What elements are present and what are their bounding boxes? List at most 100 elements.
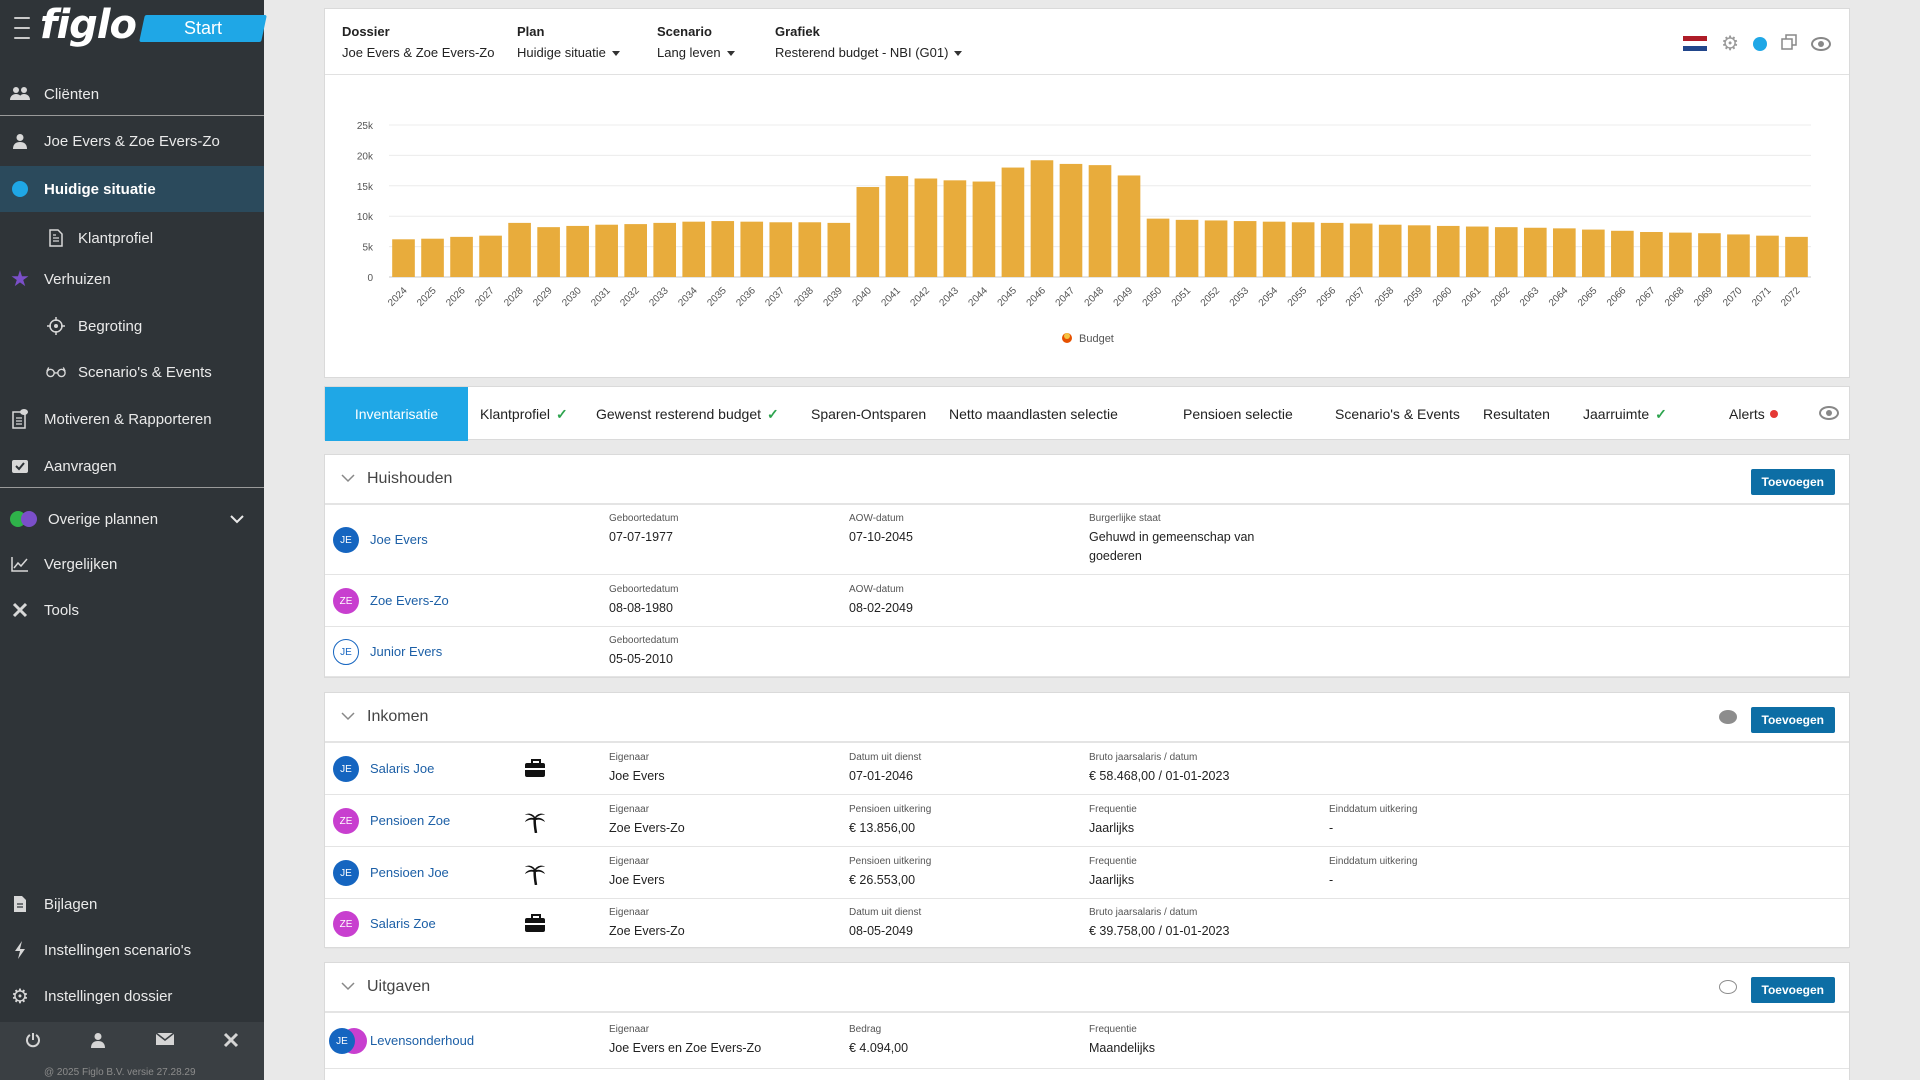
row-name-link[interactable]: Pensioen Joe — [370, 865, 449, 880]
row-field: Eigenaar Joe Evers — [609, 752, 665, 783]
sidebar-item-motiveren-rapporteren[interactable]: Motiveren & Rapporteren — [0, 397, 264, 441]
eye-icon[interactable] — [1811, 36, 1831, 51]
row-name-link[interactable]: Junior Evers — [370, 644, 442, 659]
x-tick-label: 2045 — [996, 285, 1020, 309]
tab-gewenst-resterend-budget[interactable]: Gewenst resterend budget ✓ — [596, 387, 779, 441]
section-title: Inkomen — [367, 708, 429, 725]
sidebar-item-label: Scenario's & Events — [78, 363, 212, 381]
start-button[interactable]: Start — [139, 14, 267, 42]
sidebar-item-clienten[interactable]: Cliënten — [0, 72, 264, 116]
bar — [1291, 222, 1315, 277]
x-tick-label: 2060 — [1431, 285, 1455, 309]
glasses-icon — [46, 366, 66, 378]
tools-icon[interactable] — [223, 1032, 239, 1053]
chevron-down-icon[interactable] — [230, 511, 244, 527]
table-row[interactable]: JE Junior Evers Geboortedatum 05-05-2010 — [325, 627, 1849, 677]
bar — [1494, 227, 1518, 277]
sidebar-item-instellingen-dossier[interactable]: ⚙ Instellingen dossier — [0, 974, 264, 1018]
bar — [1785, 236, 1808, 277]
bar — [1030, 160, 1054, 277]
sidebar-item-begroting[interactable]: Begroting — [0, 304, 264, 348]
copy-icon[interactable] — [1781, 34, 1797, 53]
row-field: Pensioen uitkering € 13.856,00 — [849, 804, 932, 835]
tab-pensioen-selectie[interactable]: Pensioen selectie — [1183, 387, 1293, 441]
row-name-link[interactable]: Zoe Evers-Zo — [370, 593, 449, 608]
sidebar-item-bijlagen[interactable]: Bijlagen — [0, 882, 264, 926]
sidebar-item-huidige-situatie[interactable]: Huidige situatie — [0, 166, 264, 212]
tab-jaarruimte[interactable]: Jaarruimte ✓ — [1583, 387, 1667, 441]
sidebar-item-label: Overige plannen — [48, 510, 159, 528]
tab-bar: Inventarisatie Klantprofiel ✓ Gewenst reste… — [324, 386, 1850, 441]
x-tick-label: 2033 — [647, 285, 671, 309]
row-name-link[interactable]: Salaris Joe — [370, 761, 434, 776]
table-row[interactable]: ZE Salaris Zoe Eigenaar Zoe Evers-Zo Datum u… — [325, 899, 1849, 949]
tab-alerts[interactable]: Alerts — [1729, 387, 1778, 441]
add-button[interactable]: Toevoegen — [1750, 469, 1835, 495]
table-row[interactable]: ZE Pensioen Zoe Eigenaar Zoe Evers-Zo Pensio… — [325, 795, 1849, 847]
figlo-logo[interactable]: figlo — [40, 2, 137, 48]
gear-icon[interactable]: ⚙ — [1721, 31, 1739, 56]
tab-netto-maandlasten-selectie[interactable]: Netto maandlasten selectie — [949, 387, 1118, 441]
bar — [972, 181, 996, 277]
section-header: Uitgaven Toevoegen — [325, 963, 1849, 1013]
chevron-down-icon[interactable] — [341, 980, 355, 994]
sidebar-item-vergelijken[interactable]: Vergelijken — [0, 542, 264, 586]
tab-scenario-s-events[interactable]: Scenario's & Events — [1335, 387, 1460, 441]
row-name-link[interactable]: Salaris Zoe — [370, 916, 436, 931]
x-tick-label: 2062 — [1489, 285, 1513, 309]
bar — [1349, 223, 1373, 277]
main-content: Dossier Joe Evers & Zoe Evers-Zo Plan Hu… — [324, 8, 1850, 1080]
row-name-link[interactable]: Pensioen Zoe — [370, 813, 450, 828]
tab-resultaten[interactable]: Resultaten — [1483, 387, 1550, 441]
table-row[interactable]: JE Salaris Joe Eigenaar Joe Evers Datum uit … — [325, 743, 1849, 795]
row-name-link[interactable]: Levensonderhoud — [370, 1033, 474, 1048]
y-tick-label: 0 — [367, 273, 373, 284]
check-icon: ✓ — [1655, 405, 1667, 422]
mail-icon[interactable] — [155, 1032, 175, 1053]
section-title: Huishouden — [367, 470, 453, 487]
comment-icon[interactable] — [1719, 710, 1737, 724]
chevron-down-icon[interactable] — [341, 710, 355, 724]
tab-inventarisatie[interactable]: Inventarisatie — [325, 387, 468, 441]
bar — [1407, 225, 1431, 277]
add-button[interactable]: Toevoegen — [1750, 707, 1835, 733]
sidebar-item-instellingen-scenarios[interactable]: Instellingen scenario's — [0, 928, 264, 972]
x-tick-label: 2070 — [1721, 285, 1745, 309]
power-icon[interactable] — [25, 1032, 41, 1053]
bar — [827, 222, 851, 277]
tab-klantprofiel[interactable]: Klantprofiel ✓ — [480, 387, 568, 441]
chart-line-icon — [10, 556, 30, 572]
avatar: JE — [333, 860, 359, 886]
scenario-dropdown[interactable]: Scenario Lang leven — [657, 24, 735, 60]
sidebar-item-scenarios-events[interactable]: Scenario's & Events — [0, 350, 264, 394]
comment-icon[interactable] — [1719, 980, 1737, 994]
plan-dropdown[interactable]: Plan Huidige situatie — [517, 24, 620, 60]
dutch-flag-icon[interactable] — [1683, 35, 1708, 52]
sidebar-item-aanvragen[interactable]: Aanvragen — [0, 444, 264, 488]
table-row[interactable]: JE Levensonderhoud Eigenaar Joe Evers en Zo… — [325, 1013, 1849, 1069]
grafiek-dropdown[interactable]: Grafiek Resterend budget - NBI (G01) — [775, 24, 963, 60]
attachment-icon — [10, 895, 30, 913]
add-button[interactable]: Toevoegen — [1750, 977, 1835, 1003]
user-icon[interactable] — [90, 1032, 106, 1053]
table-row[interactable]: ZE Zoe Evers-Zo Geboortedatum 08-08-1980 AOW… — [325, 575, 1849, 627]
table-row[interactable]: JE Joe Evers Geboortedatum 07-07-1977 AOW-da… — [325, 505, 1849, 575]
sidebar-item-verhuizen[interactable]: ★ Verhuizen — [0, 257, 264, 301]
table-row[interactable]: JE Pensioen Joe Eigenaar Joe Evers Pensioen … — [325, 847, 1849, 899]
sidebar-item-klantprofiel[interactable]: Klantprofiel — [0, 216, 264, 260]
sidebar-item-overige-plannen[interactable]: Overige plannen — [0, 497, 264, 541]
crosshair-icon — [46, 317, 66, 335]
request-icon — [10, 458, 30, 474]
sidebar-item-tools[interactable]: Tools — [0, 588, 264, 632]
bar — [1204, 220, 1228, 277]
status-dot-icon[interactable] — [1753, 36, 1767, 51]
hamburger-menu-icon[interactable] — [14, 17, 31, 39]
user-icon — [10, 133, 30, 149]
users-icon — [10, 86, 30, 102]
tab-sparen-ontsparen[interactable]: Sparen-Ontsparen — [811, 387, 926, 441]
sidebar-item-dossier[interactable]: Joe Evers & Zoe Evers-Zo — [0, 119, 264, 163]
row-name-link[interactable]: Joe Evers — [370, 532, 428, 547]
eye-icon[interactable] — [1819, 406, 1839, 420]
chevron-down-icon[interactable] — [341, 472, 355, 486]
row-field: Eigenaar Joe Evers en Zoe Evers-Zo — [609, 1024, 762, 1055]
